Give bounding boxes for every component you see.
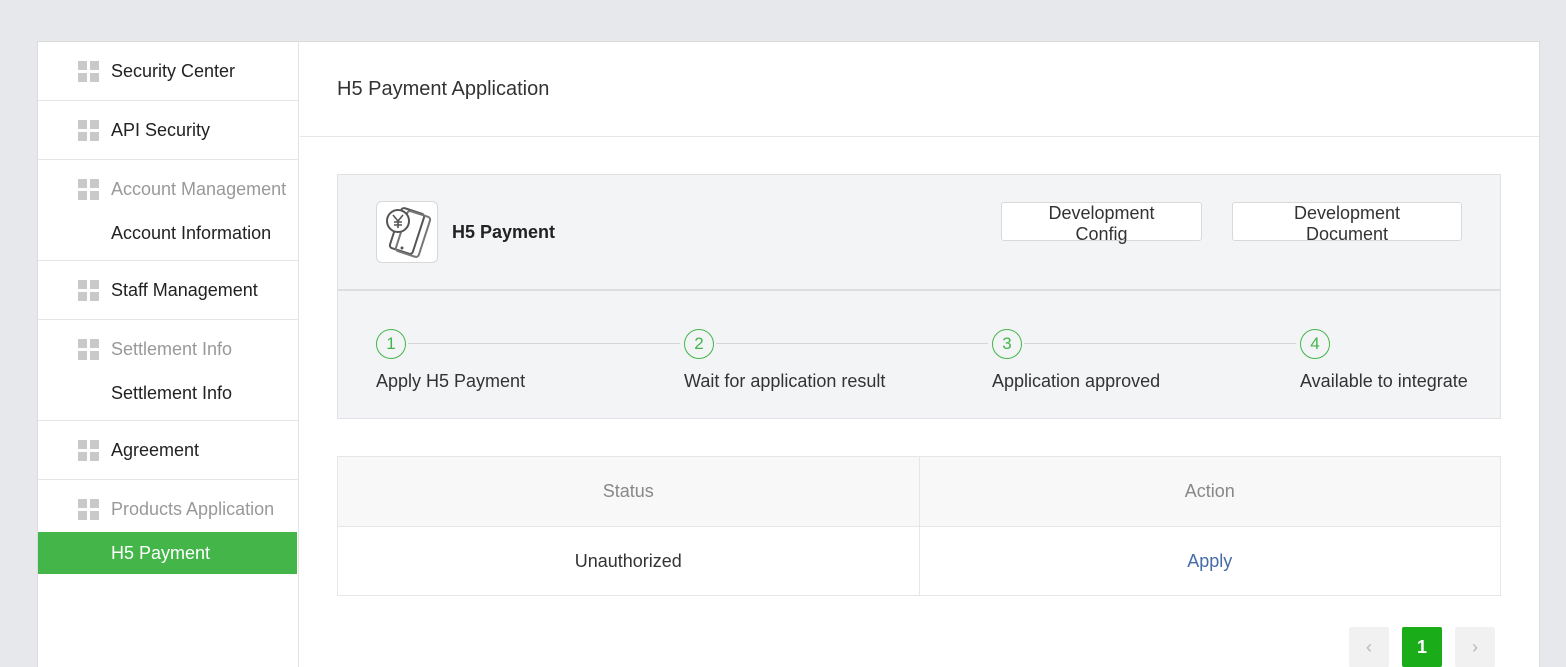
grid-icon — [78, 178, 99, 200]
product-header: H5 Payment Development Config Developmen… — [338, 175, 1500, 291]
sidebar-group-settlement-info: Settlement Info Settlement Info — [38, 320, 298, 421]
sidebar-group-staff-management: Staff Management — [38, 261, 298, 320]
grid-icon — [78, 279, 99, 301]
page-title: H5 Payment Application — [300, 42, 1539, 137]
product-panel: H5 Payment Development Config Developmen… — [337, 174, 1501, 419]
progress-steps: 1 Apply H5 Payment 2 Wait for applicatio… — [338, 291, 1500, 418]
sidebar-group-products-application: Products Application H5 Payment — [38, 480, 298, 574]
step-label: Apply H5 Payment — [376, 371, 526, 391]
step-number: 3 — [992, 329, 1022, 359]
sidebar-section-label: Products Application — [111, 498, 275, 519]
step-connector — [408, 343, 680, 344]
sidebar-item-settlement-info[interactable]: Settlement Info — [38, 372, 298, 414]
step-connector — [1024, 343, 1296, 344]
app-frame: Security Center API Security Account Man… — [37, 41, 1540, 667]
column-header-action: Action — [919, 456, 1501, 527]
step-connector — [716, 343, 988, 344]
table-row: Unauthorized Apply — [337, 526, 1501, 596]
sidebar-section-label: Settlement Info — [111, 338, 233, 359]
sidebar-item-staff-management[interactable]: Staff Management — [38, 261, 298, 319]
action-cell: Apply — [919, 527, 1501, 596]
step-number: 2 — [684, 329, 714, 359]
page-number-button[interactable]: 1 — [1402, 627, 1442, 667]
sidebar-group-security-center: Security Center — [38, 42, 298, 101]
grid-icon — [78, 498, 99, 520]
development-document-button[interactable]: Development Document — [1232, 202, 1462, 244]
step-4: 4 Available to integrate — [1300, 329, 1468, 391]
sidebar-group-account-management: Account Management Account Information — [38, 160, 298, 261]
step-number: 1 — [376, 329, 406, 359]
step-3: 3 Application approved — [992, 329, 1160, 391]
grid-icon — [78, 338, 99, 360]
sidebar-section-settlement-info: Settlement Info — [38, 320, 298, 372]
sidebar-item-agreement[interactable]: Agreement — [38, 421, 298, 479]
sidebar-item-account-information[interactable]: Account Information — [38, 212, 298, 254]
step-1: 1 Apply H5 Payment — [376, 329, 525, 391]
sidebar-item-api-security[interactable]: API Security — [38, 101, 298, 159]
apply-link[interactable]: Apply — [1187, 551, 1232, 571]
pagination: ‹ 1 › — [1349, 627, 1495, 667]
step-2: 2 Wait for application result — [684, 329, 885, 391]
product-name: H5 Payment — [452, 221, 556, 242]
sidebar-item-label: API Security — [111, 119, 211, 140]
step-label: Application approved — [992, 371, 1161, 391]
grid-icon — [78, 439, 99, 461]
step-number: 4 — [1300, 329, 1330, 359]
sidebar-item-label: Security Center — [111, 60, 236, 81]
status-table: Status Action Unauthorized Apply — [337, 456, 1501, 596]
grid-icon — [78, 119, 99, 141]
main-content: H5 Payment Application H5 Payment Develo… — [300, 42, 1539, 667]
sidebar-group-agreement: Agreement — [38, 421, 298, 480]
next-page-button[interactable]: › — [1455, 627, 1495, 667]
column-header-status: Status — [337, 456, 920, 527]
sidebar-section-products-application: Products Application — [38, 480, 298, 532]
prev-page-button[interactable]: ‹ — [1349, 627, 1389, 667]
sidebar-item-h5-payment[interactable]: H5 Payment — [38, 532, 297, 574]
sidebar-section-label: Account Management — [111, 178, 287, 199]
development-config-button[interactable]: Development Config — [1001, 202, 1202, 244]
sidebar-item-security-center[interactable]: Security Center — [38, 42, 298, 100]
step-label: Wait for application result — [684, 371, 886, 391]
sidebar-section-account-management: Account Management — [38, 160, 298, 212]
sidebar-group-api-security: API Security — [38, 101, 298, 160]
step-label: Available to integrate — [1300, 371, 1468, 391]
phone-yuan-icon — [376, 201, 438, 263]
table-header-row: Status Action — [337, 456, 1501, 527]
grid-icon — [78, 60, 99, 82]
sidebar-item-label: Staff Management — [111, 279, 258, 300]
status-cell: Unauthorized — [337, 526, 920, 596]
sidebar: Security Center API Security Account Man… — [38, 42, 299, 667]
sidebar-item-label: Agreement — [111, 439, 200, 460]
